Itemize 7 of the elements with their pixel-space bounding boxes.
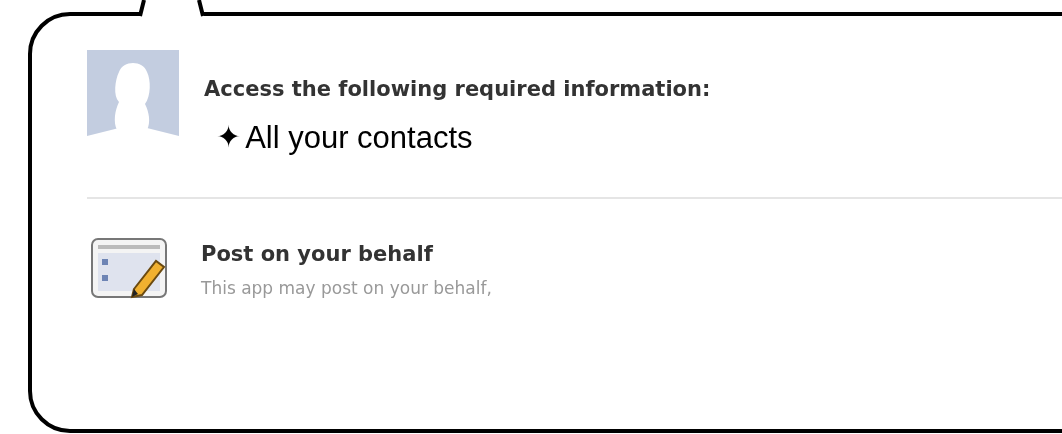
permission-heading: Access the following required information: (204, 76, 711, 103)
star-bullet: ✦ (216, 122, 242, 152)
required-item: All your contacts (245, 121, 473, 153)
form-pencil-icon (90, 236, 170, 301)
permission-description: This app may post on your behalf, (201, 277, 492, 300)
permission-title: Post on your behalf (201, 240, 434, 268)
avatar-icon (87, 50, 179, 142)
